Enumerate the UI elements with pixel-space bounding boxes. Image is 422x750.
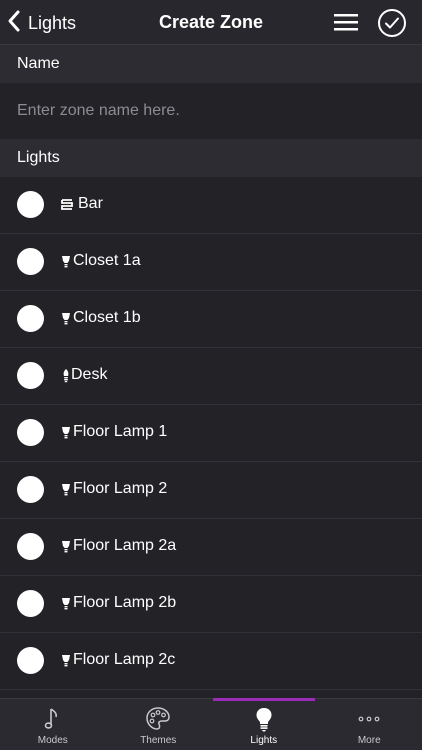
light-label: Floor Lamp 2 [73,480,168,497]
tab-modes[interactable]: Modes [0,699,106,750]
bulb-spot-icon [60,425,72,441]
lights-section-header: Lights [0,139,422,177]
select-radio[interactable] [17,248,44,275]
music-note-icon [44,708,57,729]
lightstrip-icon [60,197,73,213]
name-section-header: Name [0,45,422,83]
tab-lights[interactable]: Lights [211,698,317,750]
light-label: Desk [71,366,108,383]
bulb-spot-icon [60,653,72,669]
bulb-spot-icon [60,254,72,270]
tab-themes-label: Themes [140,735,177,746]
more-dots-icon [358,716,380,722]
tab-lights-label: Lights [250,735,278,746]
light-label: Closet 1a [73,252,141,269]
bulb-spot-icon [60,311,72,327]
light-row[interactable]: Floor Lamp 2b [0,576,422,633]
chevron-left-icon [6,9,22,38]
light-label: Bar [78,195,103,212]
palette-icon [146,707,171,730]
confirm-button[interactable] [378,9,406,37]
back-label: Lights [28,12,77,33]
select-radio[interactable] [17,362,44,389]
lightbulb-icon [256,708,272,732]
name-input-row [0,83,422,139]
tab-more[interactable]: More [317,699,422,750]
menu-button[interactable] [333,11,359,33]
back-button[interactable]: Lights [6,8,76,38]
bulb-spot-icon [60,482,72,498]
light-label: Floor Lamp 1 [73,423,168,440]
light-row[interactable]: Bar [0,177,422,234]
lights-list: Bar Closet 1a Closet 1b Desk Floor Lamp 1 Flo… [0,177,422,690]
tab-bar: Modes Themes Lights More [0,698,422,750]
select-radio[interactable] [17,419,44,446]
select-radio[interactable] [17,191,44,218]
light-row[interactable]: Floor Lamp 2 [0,462,422,519]
select-radio[interactable] [17,590,44,617]
light-row[interactable]: Closet 1b [0,291,422,348]
bulb-spot-icon [60,539,72,555]
light-row[interactable]: Closet 1a [0,234,422,291]
light-row[interactable]: Floor Lamp 2a [0,519,422,576]
select-radio[interactable] [17,476,44,503]
bulb-spot-icon [60,596,72,612]
nav-bar: Lights Create Zone [0,0,422,45]
zone-name-input[interactable] [17,99,397,123]
light-label: Floor Lamp 2c [73,651,176,668]
light-label: Closet 1b [73,309,141,326]
checkmark-icon [385,17,399,29]
light-row[interactable]: Floor Lamp 2c [0,633,422,690]
select-radio[interactable] [17,647,44,674]
hamburger-icon [334,14,358,31]
light-label: Floor Lamp 2a [73,537,177,554]
light-label: Floor Lamp 2b [73,594,177,611]
select-radio[interactable] [17,533,44,560]
tab-themes[interactable]: Themes [106,699,212,750]
light-row[interactable]: Floor Lamp 1 [0,405,422,462]
select-radio[interactable] [17,305,44,332]
tab-more-label: More [357,735,381,746]
light-row[interactable]: Desk [0,348,422,405]
tab-modes-label: Modes [37,735,68,746]
